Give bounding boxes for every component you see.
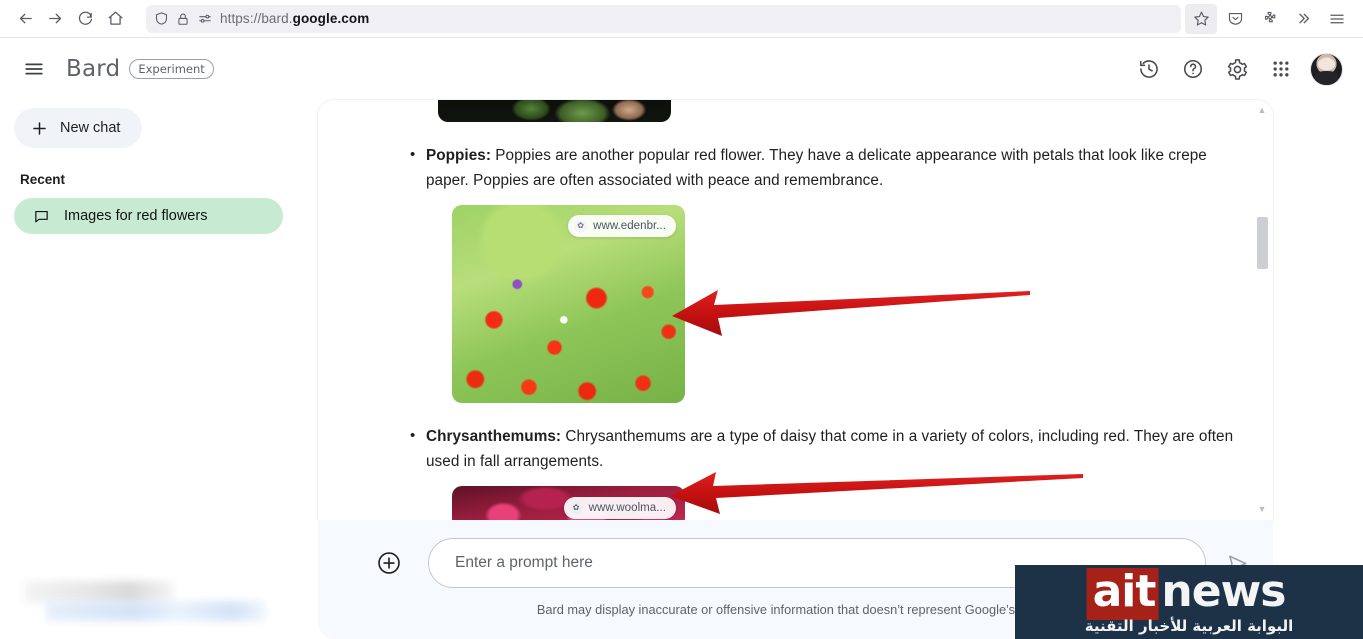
- watermark-tagline: البوابة العربية للأخبار التقنية: [1084, 617, 1294, 635]
- poppies-image-card[interactable]: ✿ www.edenbr...: [452, 205, 685, 403]
- sidebar-toggle-button[interactable]: [19, 54, 49, 84]
- response-bullet-list: Poppies: Poppies are another popular red…: [410, 100, 1237, 520]
- home-button[interactable]: [100, 4, 130, 34]
- back-button[interactable]: [10, 4, 40, 34]
- chat-bubble-icon: [35, 210, 48, 222]
- url-prefix: https://bard.: [220, 11, 293, 26]
- question-mark-help-icon: [1183, 59, 1203, 79]
- attribution-label: www.woolma...: [588, 501, 666, 514]
- back-arrow-icon: [19, 13, 32, 24]
- scroll-down-arrow-icon[interactable]: ▼: [1258, 505, 1267, 514]
- header-actions: [1134, 52, 1343, 86]
- home-icon: [107, 11, 123, 25]
- pocket-button[interactable]: [1219, 4, 1251, 34]
- avatar[interactable]: [1310, 52, 1343, 86]
- bullet-term: Poppies:: [426, 147, 491, 164]
- conversation-panel: Poppies: Poppies are another popular red…: [318, 100, 1273, 520]
- aitnews-watermark: ait news البوابة العربية للأخبار التقنية: [1015, 565, 1363, 639]
- watermark-logo-ait: ait: [1086, 568, 1159, 620]
- history-button[interactable]: [1134, 54, 1164, 84]
- url-text: https://bard.google.com: [220, 11, 369, 26]
- chrysanthemums-attribution-chip[interactable]: ✿ www.woolma...: [563, 497, 676, 519]
- apps-grid-icon: [1273, 61, 1289, 77]
- toolbar-actions: [1185, 3, 1353, 34]
- forward-button[interactable]: [40, 4, 70, 34]
- watermark-logo: ait news: [1086, 566, 1292, 620]
- extensions-button[interactable]: [1253, 4, 1285, 34]
- previous-image-cropped[interactable]: [438, 100, 671, 122]
- blurred-account-info: [24, 577, 266, 633]
- forward-arrow-icon: [48, 13, 61, 24]
- prompt-placeholder: Enter a prompt here: [455, 554, 593, 571]
- hamburger-menu-icon: [1330, 14, 1344, 23]
- star-icon: [1193, 11, 1209, 26]
- double-chevron-icon: [1298, 13, 1309, 24]
- pocket-save-icon: [1228, 12, 1242, 25]
- conversation-content: Poppies: Poppies are another popular red…: [318, 100, 1273, 520]
- app-menu-button[interactable]: [1321, 4, 1353, 34]
- app-header: Bard Experiment: [0, 38, 1363, 100]
- attribution-label: www.edenbr...: [593, 219, 666, 232]
- watermark-logo-news: news: [1161, 566, 1286, 617]
- address-bar[interactable]: https://bard.google.com: [146, 4, 1181, 33]
- scroll-up-arrow-icon[interactable]: ▲: [1258, 106, 1267, 115]
- plus-icon: [33, 121, 46, 135]
- new-chat-button[interactable]: New chat: [14, 108, 142, 148]
- plus-circle-icon: [378, 552, 400, 574]
- recent-section-label: Recent: [20, 172, 66, 187]
- bookmark-button[interactable]: [1185, 3, 1217, 34]
- lock-icon: [176, 12, 190, 26]
- apps-button[interactable]: [1266, 54, 1296, 84]
- poppies-attribution-chip[interactable]: ✿ www.edenbr...: [568, 215, 676, 237]
- page-permissions-icon: [197, 12, 213, 26]
- scrollbar-thumb[interactable]: [1256, 217, 1268, 269]
- sidebar-item-label: Images for red flowers: [64, 208, 208, 224]
- browser-window: https://bard.google.com Bard Experiment …: [0, 0, 1363, 639]
- conversation-scrollbar[interactable]: ▲ ▼: [1255, 106, 1269, 514]
- list-item: Poppies: Poppies are another popular red…: [410, 143, 1237, 403]
- hamburger-menu-icon: [25, 63, 43, 75]
- sidebar: New chat Recent Images for red flowers: [0, 100, 318, 639]
- chrysanthemums-image-card[interactable]: ✿ www.woolma...: [452, 486, 685, 520]
- bullet-text: Poppies are another popular red flower. …: [426, 147, 1207, 189]
- add-attachment-button[interactable]: [376, 550, 402, 576]
- shield-icon: [154, 11, 169, 26]
- extensions-puzzle-icon: [1264, 11, 1275, 23]
- history-clock-icon: [1139, 60, 1158, 78]
- page-title: Bard: [66, 56, 121, 82]
- experiment-badge: Experiment: [129, 59, 214, 79]
- site-favicon-icon: ✿: [569, 501, 583, 515]
- reload-icon: [78, 11, 92, 25]
- new-chat-label: New chat: [60, 120, 121, 136]
- blur-strip-upper: [24, 581, 174, 603]
- site-favicon-icon: ✿: [574, 219, 588, 233]
- url-domain: google.com: [292, 11, 370, 26]
- sidebar-item-images-for-red-flowers[interactable]: Images for red flowers: [14, 198, 283, 234]
- gear-icon: [1227, 58, 1247, 80]
- reload-button[interactable]: [70, 4, 100, 34]
- overflow-button[interactable]: [1287, 4, 1319, 34]
- blur-strip-lower: [46, 601, 266, 621]
- bullet-term: Chrysanthemums:: [426, 428, 562, 445]
- scrollbar-track[interactable]: [1256, 119, 1268, 501]
- browser-toolbar: https://bard.google.com: [0, 0, 1363, 38]
- list-item: Chrysanthemums: Chrysanthemums are a typ…: [410, 424, 1237, 520]
- help-button[interactable]: [1178, 54, 1208, 84]
- settings-button[interactable]: [1222, 54, 1252, 84]
